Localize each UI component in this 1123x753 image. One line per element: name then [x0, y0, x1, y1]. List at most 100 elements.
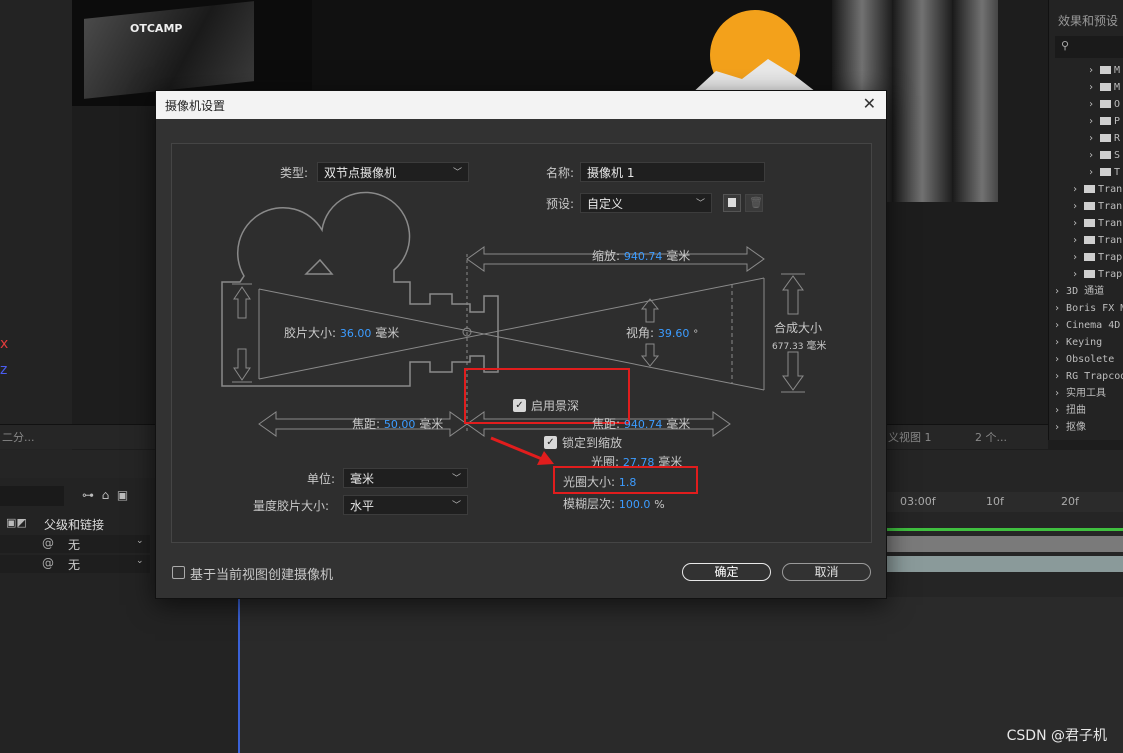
- folder-icon: [1084, 185, 1096, 193]
- chevron-right-icon[interactable]: ›: [1072, 201, 1084, 212]
- chevron-right-icon[interactable]: ›: [1054, 320, 1066, 331]
- chevron-right-icon[interactable]: ›: [1054, 337, 1066, 348]
- watermark: CSDN @君子机: [1006, 728, 1107, 744]
- effects-list-item[interactable]: › P: [1050, 113, 1123, 130]
- chevron-right-icon[interactable]: ›: [1054, 388, 1066, 399]
- effects-search-input[interactable]: ⚲: [1055, 36, 1123, 58]
- folder-icon: [1100, 117, 1112, 125]
- chevron-right-icon[interactable]: ›: [1088, 65, 1100, 76]
- folder-icon: [1084, 202, 1096, 210]
- effects-list-item[interactable]: › Boris FX M: [1050, 300, 1123, 317]
- effects-list-item-label: RG Trapcode: [1066, 371, 1123, 382]
- chevron-down-icon: ⌄: [136, 536, 144, 546]
- effects-list-item[interactable]: › 扭曲: [1050, 402, 1123, 419]
- effects-list-item-label: Trap: [1098, 252, 1123, 263]
- camera-settings-dialog: 摄像机设置 ✕ 类型: 双节点摄像机 ﹀ 名称: 摄像机 1 预设: 自定义 ﹀…: [155, 90, 887, 599]
- chevron-right-icon[interactable]: ›: [1054, 354, 1066, 365]
- effects-list-item-label: Cinema 4D: [1066, 320, 1121, 331]
- chevron-right-icon[interactable]: ›: [1054, 303, 1066, 314]
- parent-dropdown[interactable]: 无: [68, 536, 80, 553]
- parent-dropdown[interactable]: 无: [68, 556, 80, 573]
- parent-link-column-header: 父级和链接: [44, 518, 105, 532]
- views-count-dropdown[interactable]: 2 个...: [975, 429, 1007, 445]
- chevron-right-icon[interactable]: ›: [1054, 371, 1066, 382]
- chevron-right-icon[interactable]: ›: [1054, 405, 1066, 416]
- ruler-tick-label: 10f: [986, 495, 1004, 508]
- effects-list-item[interactable]: › Tran: [1050, 198, 1123, 215]
- current-time-indicator[interactable]: [238, 597, 240, 753]
- chevron-right-icon[interactable]: ›: [1088, 99, 1100, 110]
- folder-icon: [1084, 219, 1096, 227]
- effects-list: › M › M › O › P › R › S › T › Tran › Tran › Tran ›…: [1050, 62, 1123, 436]
- effects-list-item[interactable]: › Tran: [1050, 181, 1123, 198]
- effects-list-item[interactable]: › RG Trapcode: [1050, 368, 1123, 385]
- cancel-button[interactable]: 取消: [782, 563, 871, 581]
- create-from-view-label: 基于当前视图创建摄像机: [190, 568, 334, 583]
- effects-list-item-label: 3D 通道: [1066, 286, 1105, 297]
- effects-list-item[interactable]: › O: [1050, 96, 1123, 113]
- chevron-right-icon[interactable]: ›: [1088, 133, 1100, 144]
- effects-list-item-label: Tran: [1098, 201, 1123, 212]
- chevron-right-icon[interactable]: ›: [1054, 422, 1066, 433]
- chevron-right-icon[interactable]: ›: [1072, 252, 1084, 263]
- ruler-tick-label: 20f: [1061, 495, 1079, 508]
- resolution-dropdown[interactable]: 二分...: [2, 429, 35, 445]
- layer-row[interactable]: @ 无 ⌄: [0, 535, 150, 553]
- effects-list-item[interactable]: › Obsolete: [1050, 351, 1123, 368]
- effects-list-item-label: M: [1114, 82, 1121, 93]
- effects-list-item-label: 扭曲: [1066, 405, 1087, 416]
- chevron-right-icon[interactable]: ›: [1088, 116, 1100, 127]
- effects-list-item-label: Obsolete: [1066, 354, 1115, 365]
- chevron-right-icon[interactable]: ›: [1088, 82, 1100, 93]
- effects-list-item[interactable]: › 3D 通道: [1050, 283, 1123, 300]
- layer-switch-icons: ▣◩: [6, 516, 27, 529]
- ruler-tick-label: 03:00f: [900, 495, 936, 508]
- folder-icon: [1084, 253, 1096, 261]
- layer-row[interactable]: @ 无 ⌄: [0, 555, 150, 573]
- timeline-search-input[interactable]: [0, 486, 64, 506]
- chevron-right-icon[interactable]: ›: [1072, 218, 1084, 229]
- chevron-down-icon: ⌄: [136, 556, 144, 566]
- timeline-tools-icons[interactable]: ⊶ ⌂ ▣: [82, 488, 128, 502]
- folder-icon: [1100, 134, 1112, 142]
- effects-list-item-label: Tran: [1098, 218, 1123, 229]
- time-ruler[interactable]: 03:00f 10f 20f: [886, 492, 1123, 512]
- effects-list-item-label: Tran: [1098, 235, 1123, 246]
- folder-icon: [1084, 270, 1096, 278]
- effects-list-item[interactable]: › Tran: [1050, 215, 1123, 232]
- effects-list-item[interactable]: › Trap: [1050, 266, 1123, 283]
- timeline-empty-area: [238, 597, 1123, 753]
- folder-icon: [1100, 168, 1112, 176]
- chevron-right-icon[interactable]: ›: [1072, 184, 1084, 195]
- chevron-right-icon[interactable]: ›: [1088, 167, 1100, 178]
- effects-list-item[interactable]: › M: [1050, 62, 1123, 79]
- work-area-bar[interactable]: [886, 528, 1123, 531]
- ok-button[interactable]: 确定: [682, 563, 771, 581]
- chevron-right-icon[interactable]: ›: [1072, 269, 1084, 280]
- effects-list-item[interactable]: › R: [1050, 130, 1123, 147]
- effects-list-item[interactable]: › 抠像: [1050, 419, 1123, 436]
- chevron-right-icon[interactable]: ›: [1088, 150, 1100, 161]
- effects-list-item[interactable]: › 实用工具: [1050, 385, 1123, 402]
- effects-list-item[interactable]: › T: [1050, 164, 1123, 181]
- effects-list-item[interactable]: › S: [1050, 147, 1123, 164]
- layer-track-bar[interactable]: [886, 556, 1123, 572]
- folder-icon: [1084, 236, 1096, 244]
- pickwhip-icon[interactable]: @: [42, 536, 54, 550]
- layer-track-bar[interactable]: [886, 536, 1123, 552]
- effects-list-item-label: 实用工具: [1066, 388, 1107, 399]
- effects-list-item[interactable]: › M: [1050, 79, 1123, 96]
- effects-list-item-label: O: [1114, 99, 1121, 110]
- folder-icon: [1100, 151, 1112, 159]
- effects-list-item-label: Boris FX M: [1066, 303, 1123, 314]
- chevron-right-icon[interactable]: ›: [1054, 286, 1066, 297]
- axis-x-label: x: [0, 336, 9, 352]
- effects-list-item[interactable]: › Trap: [1050, 249, 1123, 266]
- effects-list-item[interactable]: › Keying: [1050, 334, 1123, 351]
- effects-list-item[interactable]: › Cinema 4D: [1050, 317, 1123, 334]
- view-dropdown[interactable]: 义视图 1: [888, 429, 932, 445]
- create-from-view-checkbox[interactable]: [172, 566, 185, 579]
- chevron-right-icon[interactable]: ›: [1072, 235, 1084, 246]
- pickwhip-icon[interactable]: @: [42, 556, 54, 570]
- effects-list-item[interactable]: › Tran: [1050, 232, 1123, 249]
